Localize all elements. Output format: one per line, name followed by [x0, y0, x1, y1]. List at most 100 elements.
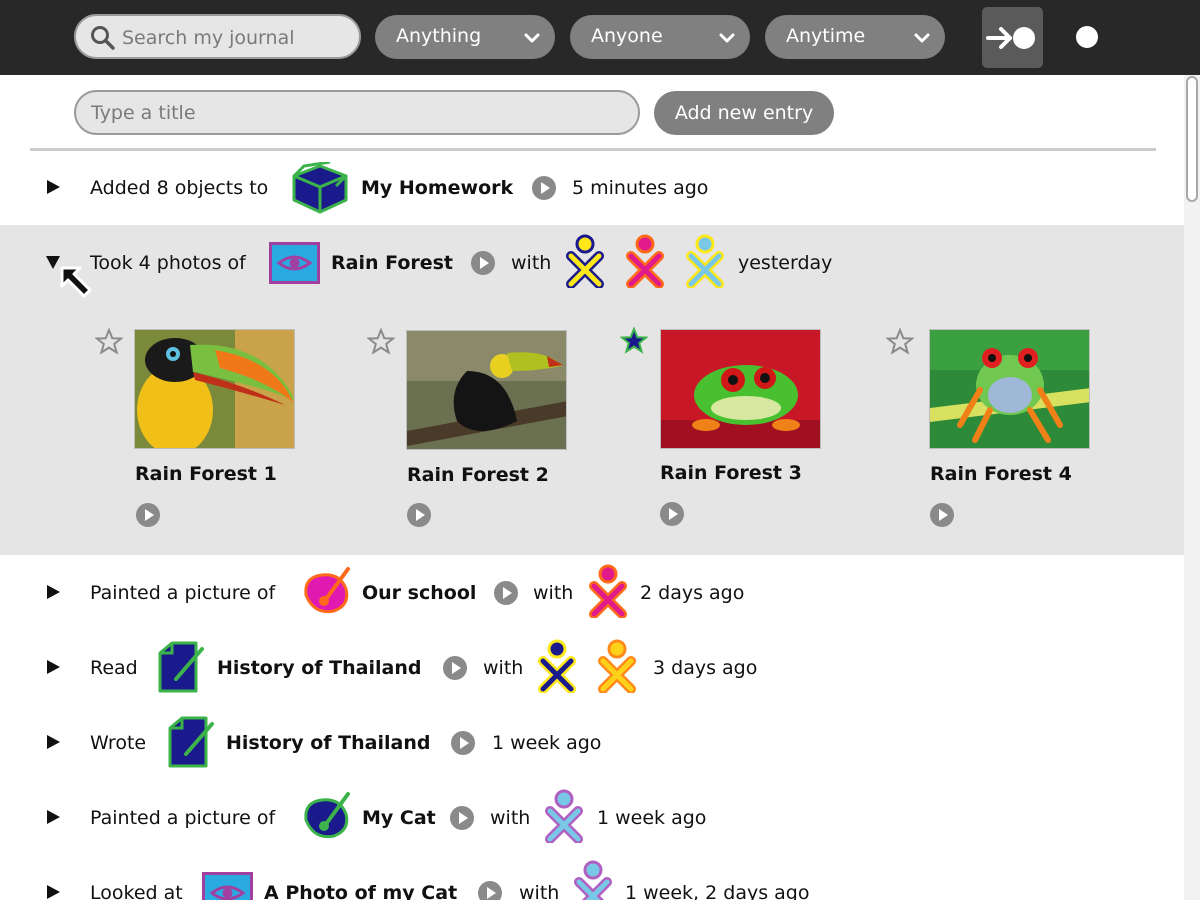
filter-anything-dropdown[interactable]: Anything	[375, 15, 555, 59]
row-time: 3 days ago	[653, 657, 758, 679]
row-with: with	[519, 882, 560, 900]
photo-title[interactable]: Rain Forest 2	[407, 464, 549, 486]
mouse-pointer-icon	[60, 266, 92, 298]
star-filled-icon[interactable]	[620, 327, 648, 355]
expand-arrow-icon[interactable]	[44, 583, 62, 601]
filter-label: Anytime	[786, 25, 866, 47]
star-empty-icon[interactable]	[95, 328, 123, 356]
row-object[interactable]: Our school	[362, 582, 476, 604]
filter-label: Anyone	[591, 25, 663, 47]
row-object[interactable]: A Photo of my Cat	[264, 882, 457, 900]
options-dot-button[interactable]	[1076, 26, 1098, 48]
filter-anytime-dropdown[interactable]: Anytime	[765, 15, 945, 59]
photo-title[interactable]: Rain Forest 1	[135, 463, 277, 485]
buddy-icon[interactable]	[586, 564, 630, 618]
play-icon[interactable]	[449, 805, 475, 831]
play-icon[interactable]	[450, 730, 476, 756]
photo-title[interactable]: Rain Forest 4	[930, 463, 1072, 485]
toolbar: Search my journal Anything Anyone Anytim…	[0, 0, 1200, 75]
photo-viewer-icon	[269, 242, 320, 284]
star-empty-icon[interactable]	[886, 328, 914, 356]
row-object[interactable]: Rain Forest	[331, 252, 453, 274]
tree-frog-thumbnail[interactable]	[929, 329, 1090, 449]
buddy-icon[interactable]	[595, 639, 639, 693]
red-eyed-frog-image	[661, 330, 820, 448]
buddy-icon[interactable]	[542, 789, 586, 843]
buddy-icon[interactable]	[563, 234, 607, 288]
row-time: 1 week, 2 days ago	[625, 882, 810, 900]
row-with: with	[490, 807, 531, 829]
row-time: 1 week ago	[492, 732, 602, 754]
play-icon[interactable]	[470, 250, 496, 276]
row-object[interactable]: History of Thailand	[217, 657, 421, 679]
play-icon[interactable]	[531, 175, 557, 201]
expand-arrow-icon[interactable]	[44, 808, 62, 826]
photo-title[interactable]: Rain Forest 3	[660, 462, 802, 484]
row-object[interactable]: History of Thailand	[226, 732, 430, 754]
play-icon[interactable]	[929, 502, 955, 528]
row-with: with	[483, 657, 524, 679]
row-verb: Looked at	[90, 882, 183, 900]
row-with: with	[533, 582, 574, 604]
row-object[interactable]: My Homework	[361, 177, 513, 199]
row-verb: Painted a picture of	[90, 807, 276, 829]
red-eyed-frog-thumbnail[interactable]	[660, 329, 821, 449]
play-icon[interactable]	[442, 655, 468, 681]
title-placeholder: Type a title	[91, 102, 196, 124]
scrollbar-thumb[interactable]	[1186, 76, 1198, 202]
buddy-icon[interactable]	[683, 234, 727, 288]
buddy-icon[interactable]	[571, 860, 615, 900]
photo-viewer-icon	[202, 872, 253, 900]
row-time: 1 week ago	[597, 807, 707, 829]
search-placeholder: Search my journal	[122, 27, 295, 49]
expand-arrow-icon[interactable]	[44, 178, 62, 196]
row-object[interactable]: My Cat	[362, 807, 436, 829]
row-verb: Took 4 photos of	[90, 252, 246, 274]
search-icon	[91, 26, 115, 50]
arrow-to-dot-icon	[986, 27, 1035, 49]
view-toggle-button[interactable]	[982, 7, 1043, 68]
title-field[interactable]: Type a title	[74, 90, 640, 135]
search-input[interactable]: Search my journal	[74, 14, 361, 59]
play-icon[interactable]	[659, 501, 685, 527]
row-verb: Wrote	[90, 732, 147, 754]
buddy-icon[interactable]	[535, 639, 579, 693]
journal-row[interactable]: Painted a picture of My Cat with 1 week …	[0, 780, 1184, 855]
row-time: yesterday	[738, 252, 833, 274]
row-verb: Added 8 objects to	[90, 177, 269, 199]
expand-arrow-icon[interactable]	[44, 883, 62, 900]
toucan-image	[135, 330, 294, 448]
chevron-down-icon	[524, 33, 540, 43]
journal-row-expanded[interactable]: Took 4 photos of Rain Forest with yester…	[0, 225, 1184, 555]
row-time: 2 days ago	[640, 582, 745, 604]
journal-row[interactable]: Looked at A Photo of my Cat with 1 week,…	[0, 855, 1184, 900]
play-icon[interactable]	[406, 502, 432, 528]
play-icon[interactable]	[477, 880, 503, 900]
play-icon[interactable]	[493, 580, 519, 606]
play-icon[interactable]	[135, 502, 161, 528]
toucan-thumbnail[interactable]	[134, 329, 295, 449]
journal-row[interactable]: Painted a picture of Our school with 2 d…	[0, 555, 1184, 630]
paint-palette-icon	[304, 567, 350, 614]
toucan-branch-image	[407, 331, 566, 449]
document-icon	[158, 641, 204, 693]
chevron-down-icon	[719, 33, 735, 43]
filter-label: Anything	[396, 25, 482, 47]
expand-arrow-icon[interactable]	[44, 733, 62, 751]
row-with: with	[511, 252, 552, 274]
row-time: 5 minutes ago	[572, 177, 709, 199]
journal-row[interactable]: Added 8 objects to My Homework 5 minutes…	[0, 150, 1184, 225]
expand-arrow-icon[interactable]	[44, 658, 62, 676]
document-icon	[168, 716, 214, 768]
row-verb: Painted a picture of	[90, 582, 276, 604]
journal-row[interactable]: Wrote History of Thailand 1 week ago	[0, 705, 1184, 780]
journal-row[interactable]: Read History of Thailand with 3 days ago	[0, 630, 1184, 705]
star-empty-icon[interactable]	[367, 328, 395, 356]
chevron-down-icon	[914, 33, 930, 43]
add-new-entry-button[interactable]: Add new entry	[654, 91, 834, 135]
buddy-icon[interactable]	[623, 234, 667, 288]
filter-anyone-dropdown[interactable]: Anyone	[570, 15, 750, 59]
row-verb: Read	[90, 657, 138, 679]
tree-frog-image	[930, 330, 1089, 448]
toucan-branch-thumbnail[interactable]	[406, 330, 567, 450]
